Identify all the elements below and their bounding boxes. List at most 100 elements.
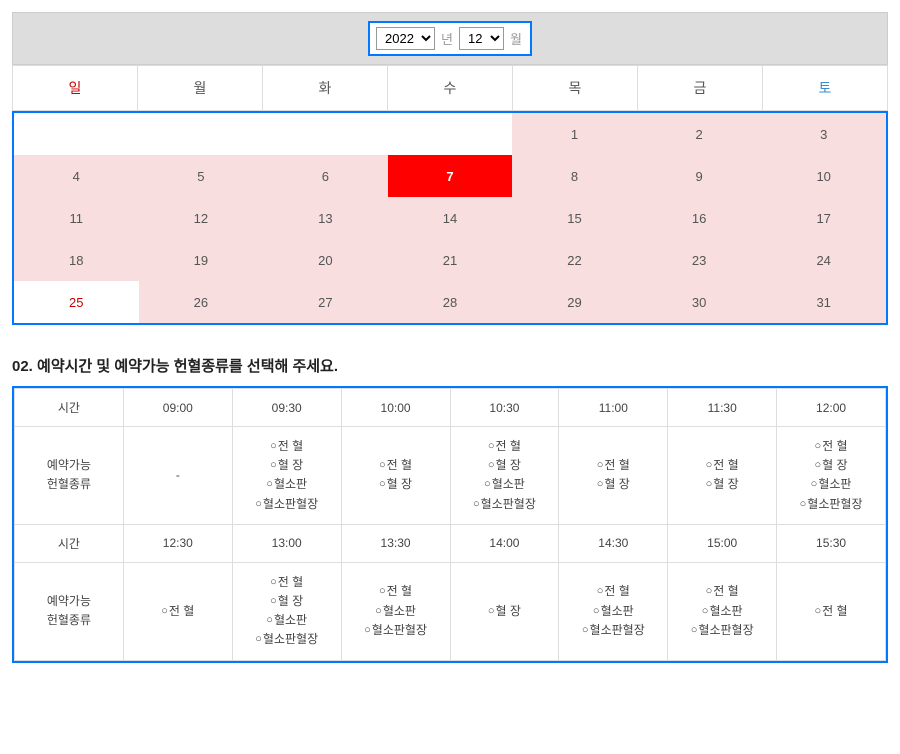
calendar-day[interactable]: 31 [761, 281, 886, 323]
slot-empty: - [128, 466, 228, 485]
calendar-day-header: 일 [13, 66, 138, 111]
blood-type-option[interactable]: ○전 혈 [237, 573, 337, 592]
calendar-day[interactable]: 26 [139, 281, 264, 323]
blood-type-option[interactable]: ○전 혈 [781, 437, 881, 456]
blood-type-option[interactable]: ○전 혈 [781, 602, 881, 621]
blood-type-option[interactable]: ○혈소판혈장 [563, 621, 663, 640]
time-slot-header: 13:30 [341, 524, 450, 562]
calendar-day[interactable]: 23 [637, 239, 762, 281]
calendar-day[interactable]: 24 [761, 239, 886, 281]
blood-type-option[interactable]: ○혈소판 [346, 602, 446, 621]
calendar-day[interactable]: 8 [512, 155, 637, 197]
avail-type-label: 예약가능헌혈종류 [15, 562, 124, 660]
time-slot-header: 11:00 [559, 389, 668, 427]
time-slot-cell: ○전 혈 [123, 562, 232, 660]
calendar-day[interactable]: 5 [139, 155, 264, 197]
blood-type-option[interactable]: ○혈소판혈장 [346, 621, 446, 640]
blood-type-option[interactable]: ○혈소판혈장 [455, 495, 555, 514]
blood-type-option[interactable]: ○혈소판혈장 [237, 495, 337, 514]
radio-icon: ○ [266, 612, 273, 630]
blood-type-option[interactable]: ○전 혈 [563, 456, 663, 475]
blood-type-option[interactable]: ○혈소판 [781, 475, 881, 494]
calendar-day[interactable]: 1 [512, 113, 637, 155]
blood-type-option[interactable]: ○전 혈 [563, 582, 663, 601]
radio-icon: ○ [706, 583, 713, 601]
calendar-day[interactable]: 25 [14, 281, 139, 323]
blood-type-option[interactable]: ○혈소판 [237, 611, 337, 630]
calendar-day[interactable]: 7 [388, 155, 513, 197]
blood-type-option[interactable]: ○혈소판 [672, 602, 772, 621]
date-picker-bar: 2022 년 12 월 [12, 12, 888, 65]
blood-type-option[interactable]: ○혈소판혈장 [237, 630, 337, 649]
blood-type-option[interactable]: ○전 혈 [672, 582, 772, 601]
calendar-day[interactable]: 6 [263, 155, 388, 197]
calendar-day[interactable]: 9 [637, 155, 762, 197]
blood-type-option[interactable]: ○혈 장 [781, 456, 881, 475]
blood-type-option[interactable]: ○전 혈 [672, 456, 772, 475]
time-slot-cell: ○전 혈 [777, 562, 886, 660]
calendar-day[interactable]: 12 [139, 197, 264, 239]
calendar-day[interactable]: 11 [14, 197, 139, 239]
radio-icon: ○ [255, 631, 262, 649]
blood-type-option[interactable]: ○혈소판혈장 [672, 621, 772, 640]
blood-type-option[interactable]: ○전 혈 [346, 582, 446, 601]
time-slot-header: 15:30 [777, 524, 886, 562]
blood-type-option[interactable]: ○혈 장 [455, 602, 555, 621]
calendar-day[interactable]: 3 [761, 113, 886, 155]
time-slot-cell: - [123, 427, 232, 525]
calendar-body: 1234567891011121314151617181920212223242… [12, 111, 888, 325]
calendar-day[interactable]: 22 [512, 239, 637, 281]
radio-icon: ○ [706, 457, 713, 475]
month-select[interactable]: 12 [459, 27, 504, 50]
calendar-day[interactable]: 18 [14, 239, 139, 281]
radio-icon: ○ [255, 496, 262, 514]
calendar-day[interactable]: 21 [388, 239, 513, 281]
blood-type-option[interactable]: ○혈 장 [237, 456, 337, 475]
time-slot-cell: ○전 혈○혈 장 [668, 427, 777, 525]
blood-type-option[interactable]: ○전 혈 [455, 437, 555, 456]
calendar-day[interactable]: 19 [139, 239, 264, 281]
time-slot-cell: ○전 혈○혈 장○혈소판○혈소판혈장 [232, 427, 341, 525]
radio-icon: ○ [270, 593, 277, 611]
year-select[interactable]: 2022 [376, 27, 435, 50]
calendar-day-header: 토 [763, 66, 888, 111]
blood-type-option[interactable]: ○혈 장 [346, 475, 446, 494]
blood-type-option[interactable]: ○혈소판 [237, 475, 337, 494]
blood-type-option[interactable]: ○혈소판혈장 [781, 495, 881, 514]
radio-icon: ○ [488, 457, 495, 475]
calendar-day[interactable]: 27 [263, 281, 388, 323]
time-slot-header: 13:00 [232, 524, 341, 562]
calendar-day[interactable]: 20 [263, 239, 388, 281]
calendar-day[interactable]: 15 [512, 197, 637, 239]
blood-type-option[interactable]: ○혈 장 [237, 592, 337, 611]
blood-type-option[interactable]: ○혈 장 [563, 475, 663, 494]
calendar-header: 일월화수목금토 [12, 65, 888, 111]
calendar-day[interactable]: 4 [14, 155, 139, 197]
calendar-day[interactable]: 16 [637, 197, 762, 239]
blood-type-option[interactable]: ○혈소판 [455, 475, 555, 494]
time-slot-header: 12:30 [123, 524, 232, 562]
time-header-label: 시간 [15, 389, 124, 427]
calendar-day[interactable]: 10 [761, 155, 886, 197]
radio-icon: ○ [270, 574, 277, 592]
calendar-day-header: 월 [138, 66, 263, 111]
calendar-day[interactable]: 2 [637, 113, 762, 155]
calendar-day[interactable]: 14 [388, 197, 513, 239]
calendar-day[interactable]: 17 [761, 197, 886, 239]
month-unit: 월 [508, 29, 524, 48]
radio-icon: ○ [484, 476, 491, 494]
blood-type-option[interactable]: ○전 혈 [237, 437, 337, 456]
blood-type-option[interactable]: ○전 혈 [346, 456, 446, 475]
calendar-day[interactable]: 28 [388, 281, 513, 323]
blood-type-option[interactable]: ○혈 장 [455, 456, 555, 475]
blood-type-option[interactable]: ○전 혈 [128, 602, 228, 621]
blood-type-option[interactable]: ○혈 장 [672, 475, 772, 494]
calendar-day-header: 화 [263, 66, 388, 111]
calendar-day[interactable]: 30 [637, 281, 762, 323]
radio-icon: ○ [270, 457, 277, 475]
blood-type-option[interactable]: ○혈소판 [563, 602, 663, 621]
time-slot-header: 14:30 [559, 524, 668, 562]
calendar-day[interactable]: 29 [512, 281, 637, 323]
calendar-day[interactable]: 13 [263, 197, 388, 239]
radio-icon: ○ [270, 438, 277, 456]
